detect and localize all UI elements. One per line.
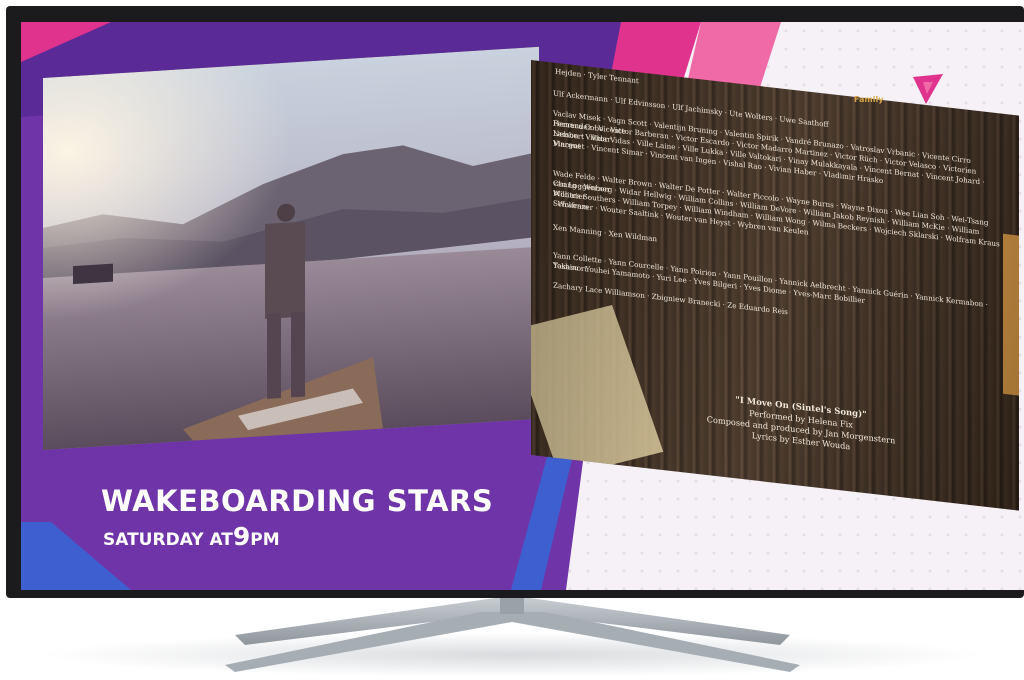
promo-title: WAKEBOARDING STARS [101, 484, 494, 518]
tv-screen: Hejden · Tyler Tennant Ulf Ackermann · U… [21, 22, 1024, 590]
wakeboarder-figure [265, 221, 305, 320]
promo-airtime: SATURDAY AT9PM [103, 522, 280, 551]
credits-video-frame: Hejden · Tyler Tennant Ulf Ackermann · U… [531, 60, 1019, 511]
promo-video-frame [43, 46, 539, 451]
promo-suffix: PM [250, 530, 280, 550]
channel-label: Family [854, 95, 884, 104]
lake-scene-image [43, 46, 539, 450]
promo-day: SATURDAY AT [103, 530, 233, 550]
promo-hour: 9 [232, 522, 251, 551]
tv-bezel: Hejden · Tyler Tennant Ulf Ackermann · U… [6, 6, 1024, 598]
